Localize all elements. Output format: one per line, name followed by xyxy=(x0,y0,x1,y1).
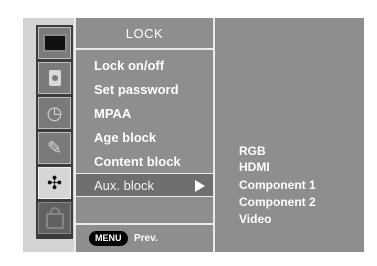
submenu-item-hdmi[interactable]: HDMI xyxy=(239,159,270,175)
speaker-icon[interactable] xyxy=(38,62,71,94)
submenu-item-component-2[interactable]: Component 2 xyxy=(239,194,316,210)
sliders-icon[interactable]: ✣ xyxy=(38,167,71,199)
menu-item-mpaa[interactable]: MPAA xyxy=(76,102,213,126)
menu-footer: MENU Prev. xyxy=(76,223,213,252)
tv-screen-icon[interactable] xyxy=(38,27,71,59)
menu-item-aux-block-label: Aux. block xyxy=(94,178,154,193)
lock-menu-panel: LOCK Lock on/off Set password MPAA Age b… xyxy=(74,18,215,252)
menu-title: LOCK xyxy=(76,18,213,50)
menu-item-set-password[interactable]: Set password xyxy=(76,78,213,102)
submenu-item-rgb[interactable]: RGB xyxy=(239,143,266,159)
menu-item-age-block[interactable]: Age block xyxy=(76,126,213,150)
lock-icon[interactable] xyxy=(38,202,71,234)
menu-item-lock-on-off[interactable]: Lock on/off xyxy=(76,54,213,78)
prev-label: Prev. xyxy=(134,233,158,244)
aux-block-submenu: RGB HDMI Component 1 Component 2 Video xyxy=(215,18,364,252)
menu-item-aux-block[interactable]: Aux. block xyxy=(76,173,213,197)
tv-osd-window: ◷ ✎ ✣ LOCK Lock on/off Set password MPAA… xyxy=(23,18,364,252)
clock-icon[interactable]: ◷ xyxy=(38,97,71,129)
category-icon-rail: ◷ ✎ ✣ xyxy=(36,25,73,239)
submenu-item-video[interactable]: Video xyxy=(239,211,271,227)
arrow-right-icon xyxy=(195,180,205,192)
submenu-item-component-1[interactable]: Component 1 xyxy=(239,177,316,193)
wrench-icon[interactable]: ✎ xyxy=(38,132,71,164)
menu-item-content-block[interactable]: Content block xyxy=(76,150,213,174)
menu-button[interactable]: MENU xyxy=(89,231,128,246)
